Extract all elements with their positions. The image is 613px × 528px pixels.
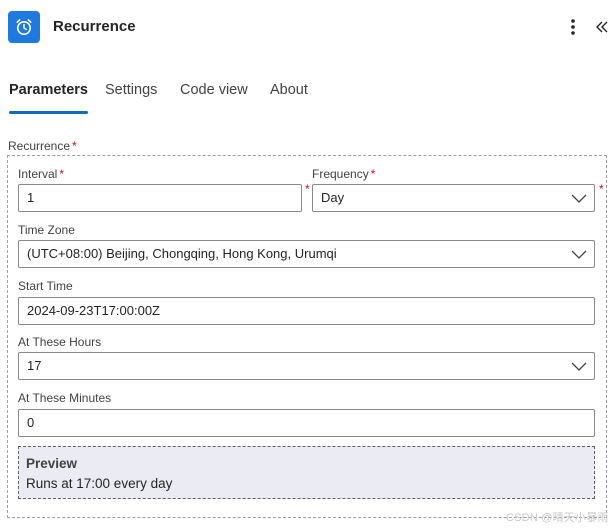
- preview-box: Preview Runs at 17:00 every day: [18, 446, 595, 499]
- tab-label: Settings: [105, 82, 158, 98]
- tab-parameters[interactable]: Parameters: [9, 80, 88, 114]
- watermark: CSDN @晴天小暴雨: [506, 512, 609, 524]
- header: Recurrence: [0, 0, 613, 56]
- collapse-panel-button[interactable]: [592, 14, 612, 40]
- at-these-hours-label: At These Hours: [18, 335, 102, 349]
- time-zone-value: (UTC+08:00) Beijing, Chongqing, Hong Kon…: [27, 246, 337, 261]
- more-options-button[interactable]: [562, 14, 584, 40]
- tab-label: Code view: [180, 82, 248, 98]
- chevron-down-icon: [571, 362, 587, 371]
- interval-label-text: Interval: [18, 167, 58, 181]
- at-these-hours-value: 17: [27, 358, 42, 373]
- start-time-input[interactable]: 2024-09-23T17:00:00Z: [18, 297, 595, 325]
- tab-settings[interactable]: Settings: [105, 80, 157, 114]
- tab-code-view[interactable]: Code view: [180, 80, 248, 114]
- interval-input[interactable]: 1: [18, 184, 302, 212]
- frequency-label-text: Frequency: [312, 167, 369, 181]
- tab-bar: Parameters Settings Code view About: [0, 80, 613, 114]
- frequency-value: Day: [321, 190, 345, 205]
- page-title: Recurrence: [53, 18, 136, 35]
- interval-label: Interval *: [18, 167, 64, 181]
- frequency-label: Frequency *: [312, 167, 375, 181]
- frequency-select[interactable]: Day: [312, 184, 595, 212]
- required-marker: *: [59, 167, 65, 181]
- required-marker: *: [72, 139, 77, 153]
- at-these-minutes-input[interactable]: 0: [18, 409, 595, 437]
- recurrence-label: Recurrence *: [8, 139, 77, 153]
- at-these-minutes-label: At These Minutes: [18, 391, 112, 405]
- start-time-value: 2024-09-23T17:00:00Z: [27, 303, 160, 318]
- preview-text: Runs at 17:00 every day: [26, 476, 173, 491]
- required-marker: *: [599, 182, 604, 196]
- recurrence-label-text: Recurrence: [8, 139, 71, 153]
- tab-label: Parameters: [9, 82, 88, 98]
- time-zone-label: Time Zone: [18, 223, 75, 237]
- interval-value: 1: [27, 190, 35, 205]
- chevron-down-icon: [571, 194, 587, 203]
- double-chevron-left-icon: [596, 21, 608, 33]
- more-vertical-icon: [571, 19, 575, 35]
- at-these-minutes-value: 0: [27, 415, 35, 430]
- time-zone-select[interactable]: (UTC+08:00) Beijing, Chongqing, Hong Kon…: [18, 240, 595, 268]
- tab-about[interactable]: About: [270, 80, 308, 114]
- preview-title: Preview: [26, 456, 78, 471]
- active-tab-indicator: [9, 111, 88, 114]
- alarm-clock-icon: [8, 11, 40, 43]
- required-marker: *: [370, 167, 376, 181]
- tab-label: About: [270, 82, 308, 98]
- required-marker: *: [305, 182, 310, 196]
- start-time-label: Start Time: [18, 279, 73, 293]
- at-these-hours-select[interactable]: 17: [18, 352, 595, 380]
- chevron-down-icon: [571, 250, 587, 259]
